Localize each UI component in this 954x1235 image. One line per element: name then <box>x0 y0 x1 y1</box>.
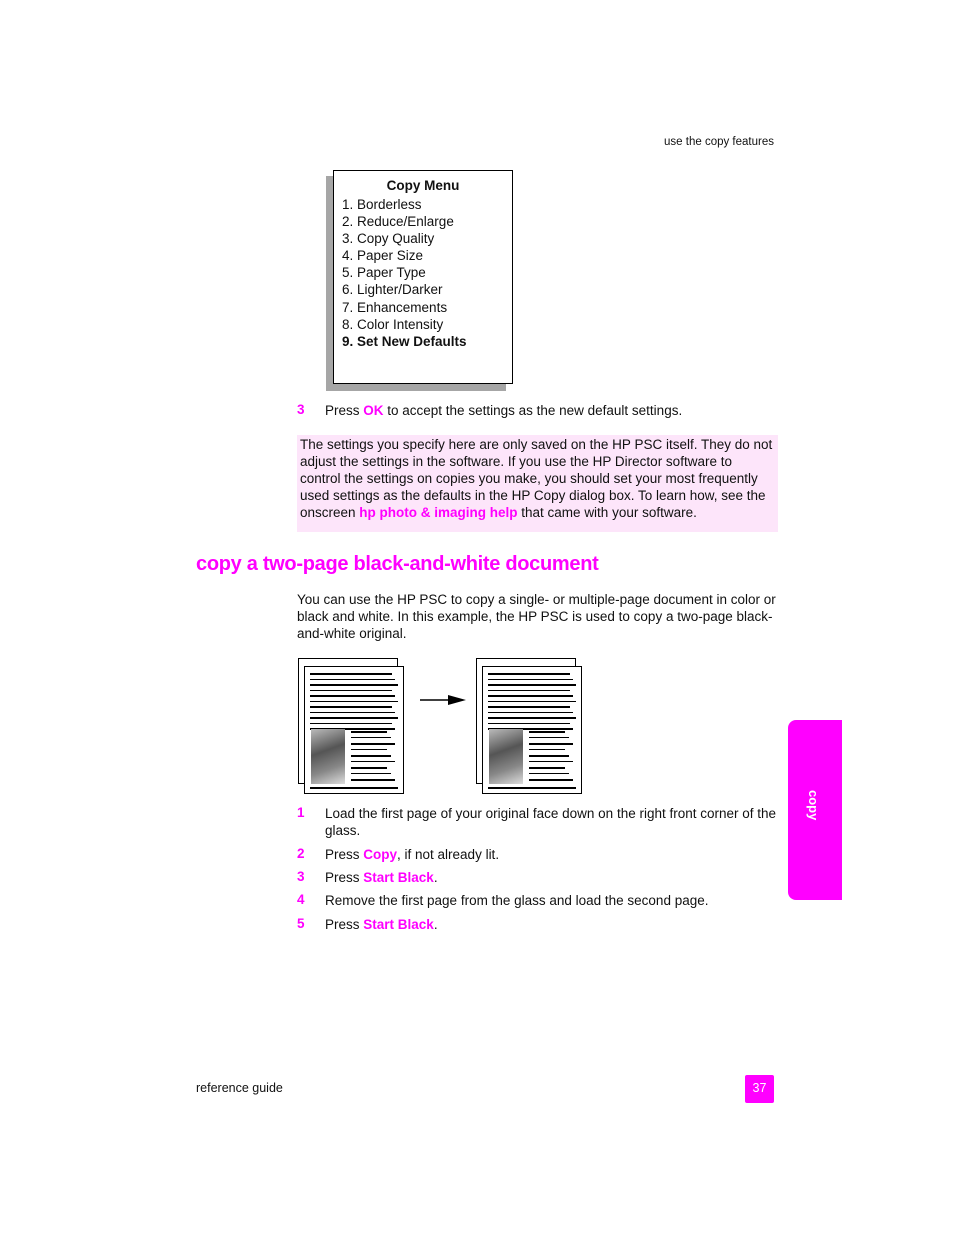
step-text-main: Load the first page of your original fac… <box>325 806 777 838</box>
step-text-suffix: . <box>433 870 438 885</box>
text-line <box>310 787 398 789</box>
menu-item-enhancements: 7. Enhancements <box>342 300 448 315</box>
text-line <box>351 743 395 745</box>
prev-step-after: to accept the settings as the new defaul… <box>383 403 683 418</box>
text-line <box>529 779 573 781</box>
text-line <box>310 684 398 686</box>
menu-item-paper-size: 4. Paper Size <box>342 248 424 263</box>
running-header: use the copy features <box>664 136 774 148</box>
step-number: 1 <box>297 805 305 820</box>
section-intro: You can use the HP PSC to copy a single-… <box>297 592 776 641</box>
text-line <box>488 673 570 675</box>
step-text: Load the first page of your original fac… <box>325 805 780 839</box>
text-line <box>310 700 398 702</box>
step-text-main: Remove the first page from the glass and… <box>325 893 709 908</box>
text-line <box>529 773 569 774</box>
text-line <box>529 743 573 745</box>
text-line <box>310 678 395 680</box>
text-line <box>310 717 398 719</box>
step-text-suffix: , if not already lit. <box>397 847 500 862</box>
text-line <box>351 749 387 750</box>
text-line <box>488 787 576 789</box>
text-line <box>488 722 570 724</box>
prev-step-text: Press OK to accept the settings as the n… <box>325 402 780 419</box>
menu-item-lighter-darker: 6. Lighter/Darker <box>342 282 443 297</box>
original-page-front <box>304 666 404 794</box>
key-start-black: Start Black <box>363 870 434 885</box>
text-line <box>310 706 392 708</box>
step-text: Remove the first page from the glass and… <box>325 892 780 909</box>
text-line <box>488 717 576 719</box>
prev-step-before: Press <box>325 403 364 418</box>
text-line <box>529 755 569 757</box>
step-number: 3 <box>297 869 305 884</box>
text-line <box>529 731 565 733</box>
step-number: 4 <box>297 892 305 907</box>
text-line <box>310 711 395 713</box>
text-line <box>310 695 395 697</box>
copy-illustration <box>298 658 588 798</box>
step-text-main: Press <box>325 917 364 932</box>
text-line <box>310 673 392 675</box>
page-number: 37 <box>745 1075 774 1103</box>
text-line <box>351 755 391 757</box>
note-text: The settings you specify here are only s… <box>300 436 776 521</box>
text-line <box>488 711 573 713</box>
copy-page-front <box>482 666 582 794</box>
copy-menu-title: Copy Menu <box>386 178 460 193</box>
step-text: Press Copy, if not already lit. <box>325 846 780 863</box>
text-line <box>488 678 573 680</box>
text-line <box>351 779 395 781</box>
note-text-after: that came with your software. <box>517 505 697 520</box>
text-line <box>351 737 391 738</box>
text-line <box>529 767 565 769</box>
step-number: 5 <box>297 916 305 931</box>
text-line <box>351 767 387 769</box>
text-line <box>351 761 395 762</box>
tiger-photo <box>489 729 523 784</box>
menu-item-color-intensity: 8. Color Intensity <box>342 317 444 332</box>
text-line <box>310 722 392 724</box>
help-link[interactable]: hp photo & imaging help <box>359 505 517 520</box>
key-ok: OK <box>363 403 384 418</box>
menu-item-borderless: 1. Borderless <box>342 197 422 212</box>
chapter-tab[interactable]: copy <box>788 720 842 900</box>
menu-item-copy-quality: 3. Copy Quality <box>342 231 435 246</box>
key-start-black: Start Black <box>363 917 434 932</box>
step-number: 2 <box>297 846 305 861</box>
text-line <box>351 773 391 774</box>
tiger-photo <box>311 729 345 784</box>
text-line <box>529 737 569 738</box>
menu-item-paper-type: 5. Paper Type <box>342 265 426 280</box>
text-line <box>488 684 576 686</box>
menu-item-set-new-defaults: 9. Set New Defaults <box>342 334 467 349</box>
section-title: copy a two-page black-and-white document <box>196 553 599 575</box>
step-text-suffix: . <box>433 917 438 932</box>
step-text-main: Press <box>325 847 364 862</box>
step-text: Press Start Black. <box>325 869 780 886</box>
copy-menu-display: Copy Menu 1. Borderless 2. Reduce/Enlarg… <box>333 170 513 384</box>
arrow-right-icon <box>420 694 468 709</box>
step-text-main: Press <box>325 870 364 885</box>
text-line <box>488 689 570 691</box>
text-line <box>529 761 573 762</box>
text-line <box>488 706 570 708</box>
prev-step-number: 3 <box>297 402 305 417</box>
text-line <box>529 749 565 750</box>
text-line <box>351 731 387 733</box>
footer-title: reference guide <box>196 1081 283 1095</box>
chapter-tab-label: copy <box>806 790 821 821</box>
text-line <box>488 695 573 697</box>
key-copy: Copy <box>363 847 398 862</box>
note-box: The settings you specify here are only s… <box>297 435 778 532</box>
step-text: Press Start Black. <box>325 916 780 933</box>
text-line <box>310 689 392 691</box>
text-line <box>488 700 576 702</box>
menu-item-reduce-enlarge: 2. Reduce/Enlarge <box>342 214 454 229</box>
